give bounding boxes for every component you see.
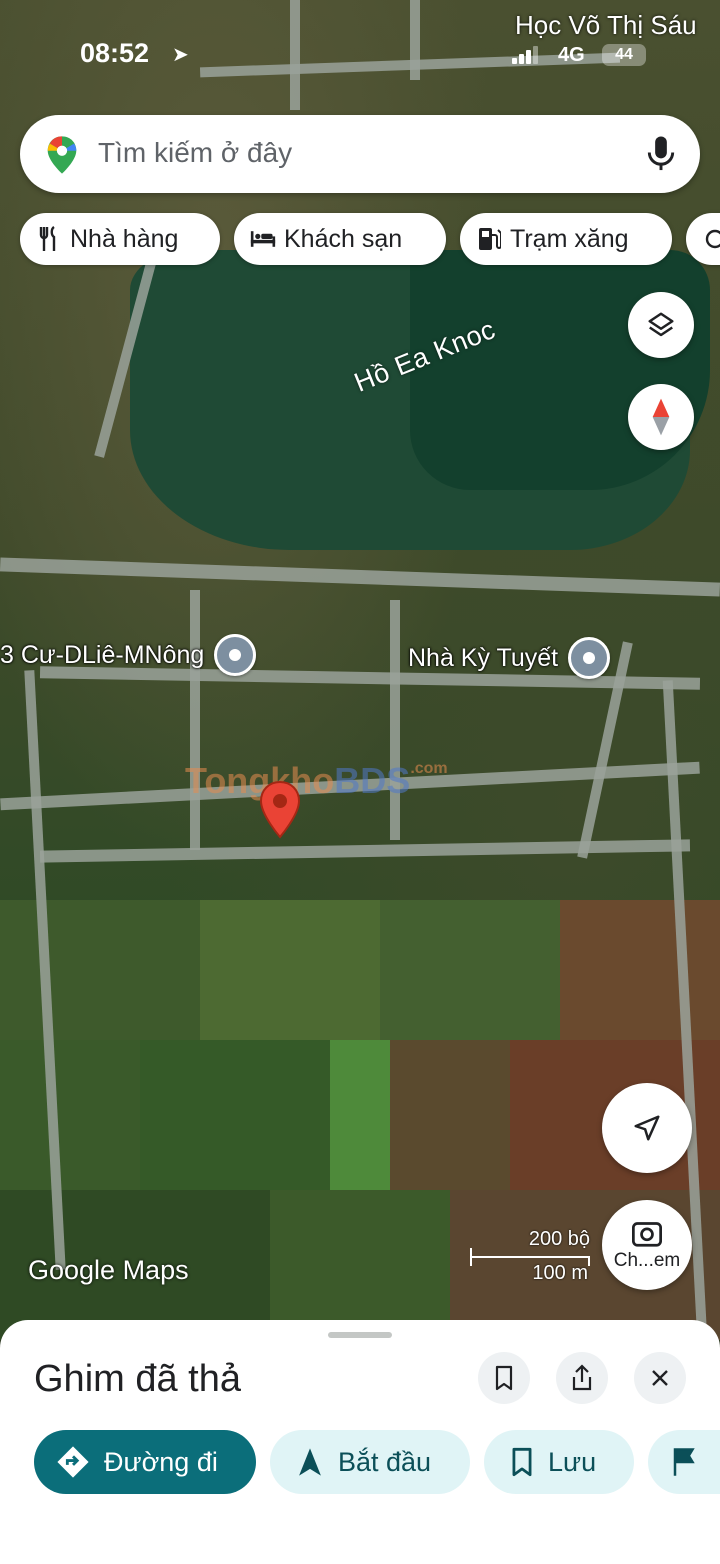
label-button[interactable] (648, 1430, 720, 1494)
search-bar[interactable]: Tìm kiếm ở đây (20, 115, 700, 193)
network-type: 4G (558, 44, 585, 66)
google-maps-logo: Google Maps (28, 1255, 189, 1285)
place-label: 3 Cư-DLiê-MNông (0, 640, 205, 669)
place-pin-icon (568, 637, 611, 679)
share-button[interactable] (556, 1352, 608, 1404)
share-icon (572, 1364, 592, 1391)
compass-icon (652, 398, 670, 436)
start-button[interactable]: Bắt đầu (270, 1430, 470, 1494)
chip-label: Nhà hàng (70, 224, 179, 253)
navigation-arrow-icon (634, 1115, 660, 1141)
chip-gas-stations[interactable]: Trạm xăng (460, 213, 672, 265)
camera-label: Ch...em (613, 1250, 681, 1271)
layers-button[interactable] (628, 292, 694, 358)
more-category-icon (702, 226, 720, 252)
microphone-icon[interactable] (646, 135, 676, 173)
save-bookmark-button[interactable] (478, 1352, 530, 1404)
scale-bar: 200 bộ 100 m (470, 1228, 590, 1284)
signal-icon (512, 46, 542, 64)
bed-icon (250, 226, 276, 252)
chip-restaurants[interactable]: Nhà hàng (20, 213, 220, 265)
directions-icon (57, 1446, 89, 1478)
watermark: TongkhoBDS.com (185, 760, 448, 801)
chip-label: Khách sạn (284, 224, 403, 253)
navigation-icon (299, 1448, 321, 1476)
gas-station-icon (476, 226, 502, 252)
map-canvas[interactable]: Hồ Ea Knoc 3 Cư-DLiê-MNông Nhà Kỳ Tuyết … (0, 0, 720, 1340)
camera-icon (632, 1222, 662, 1247)
place-marker-church[interactable]: 3 Cư-DLiê-MNông (0, 634, 257, 676)
place-marker-nha-ky-tuyet[interactable]: Nhà Kỳ Tuyết (408, 637, 611, 679)
close-button[interactable] (634, 1352, 686, 1404)
location-arrow-icon: ➤ (172, 44, 189, 66)
chip-hotels[interactable]: Khách sạn (234, 213, 446, 265)
start-label: Bắt đầu (338, 1446, 432, 1477)
camera-search-button[interactable]: Ch...em (602, 1200, 692, 1290)
lake-shade (410, 250, 710, 490)
directions-button[interactable]: Đường đi (34, 1430, 256, 1494)
flag-icon (673, 1448, 695, 1476)
my-location-button[interactable] (602, 1083, 692, 1173)
chip-label: Trạm xăng (510, 224, 629, 253)
clock: 08:52 (80, 38, 150, 68)
chip-more[interactable] (686, 213, 720, 265)
place-pin-icon (214, 634, 257, 676)
sheet-handle[interactable] (328, 1332, 392, 1338)
place-label: Nhà Kỳ Tuyết (408, 643, 559, 672)
layers-icon (648, 312, 674, 337)
battery-indicator: 44 (602, 44, 646, 66)
bottom-sheet[interactable]: Ghim đã thả Đường đi Bắt đầu Lưu (0, 1320, 720, 1564)
close-icon (652, 1370, 668, 1386)
sheet-title: Ghim đã thả (34, 1358, 241, 1400)
save-button[interactable]: Lưu (484, 1430, 634, 1494)
dropped-pin-icon[interactable] (258, 780, 302, 840)
bookmark-icon (512, 1447, 532, 1477)
google-maps-pin-icon (47, 136, 77, 174)
save-label: Lưu (548, 1446, 597, 1477)
fork-knife-icon (36, 226, 62, 252)
category-chips: Nhà hàng Khách sạn Trạm xăng (20, 213, 720, 265)
bookmark-icon (495, 1365, 513, 1391)
map-top-label: Học Võ Thị Sáu (515, 10, 697, 40)
directions-label: Đường đi (104, 1446, 218, 1477)
search-input[interactable]: Tìm kiếm ở đây (98, 137, 292, 169)
compass-button[interactable] (628, 384, 694, 450)
status-bar: Học Võ Thị Sáu 08:52 ➤ 4G 44 (0, 0, 720, 100)
